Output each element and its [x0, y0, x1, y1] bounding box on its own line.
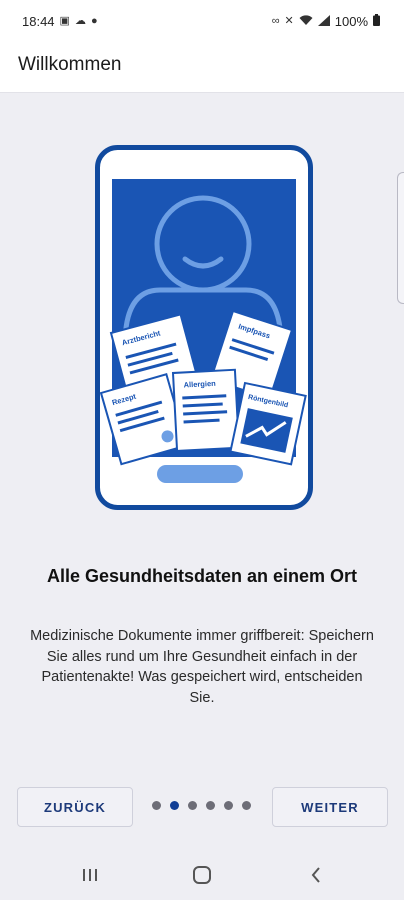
status-time: 18:44: [22, 14, 55, 29]
page-indicator: [152, 801, 251, 810]
notification-icon: ▣: [59, 15, 70, 27]
home-icon[interactable]: [182, 862, 222, 888]
back-button[interactable]: ZURÜCK: [17, 787, 133, 827]
page-dot-active[interactable]: [170, 801, 179, 810]
wifi-icon: [299, 14, 313, 29]
cloud-icon: ☁: [74, 15, 86, 27]
next-button[interactable]: WEITER: [272, 787, 388, 827]
location-icon: ●: [90, 15, 98, 27]
document-roentgenbild: Röntgenbild: [229, 381, 307, 466]
recent-apps-icon[interactable]: [70, 862, 110, 888]
back-icon[interactable]: [296, 862, 336, 888]
signal-icon: [317, 14, 330, 29]
app-bar: Willkommen: [0, 44, 404, 93]
page-dot[interactable]: [224, 801, 233, 810]
page-dot[interactable]: [206, 801, 215, 810]
document-allergien: Allergien: [171, 368, 241, 452]
page-dot[interactable]: [242, 801, 251, 810]
battery-icon: [373, 14, 380, 29]
edge-panel-handle[interactable]: [397, 172, 404, 304]
status-bar: 18:44 ▣ ☁ ● ∞ ✕ 100%: [0, 0, 404, 44]
link-icon: ∞: [271, 15, 280, 27]
phone-home-button: [157, 465, 243, 483]
document-label: Allergien: [183, 379, 216, 390]
health-records-illustration: Arztbericht Impfpass Rezept Allergien Rö…: [95, 145, 313, 510]
page-title: Willkommen: [18, 54, 122, 75]
system-nav-bar: [0, 850, 404, 900]
page-dot[interactable]: [152, 801, 161, 810]
onboarding-headline: Alle Gesundheitsdaten an einem Ort: [46, 566, 358, 586]
page-dot[interactable]: [188, 801, 197, 810]
mute-icon: ✕: [284, 15, 294, 27]
onboarding-description: Medizinische Dokumente immer griffbereit…: [30, 628, 374, 706]
battery-percent: 100%: [334, 14, 368, 29]
